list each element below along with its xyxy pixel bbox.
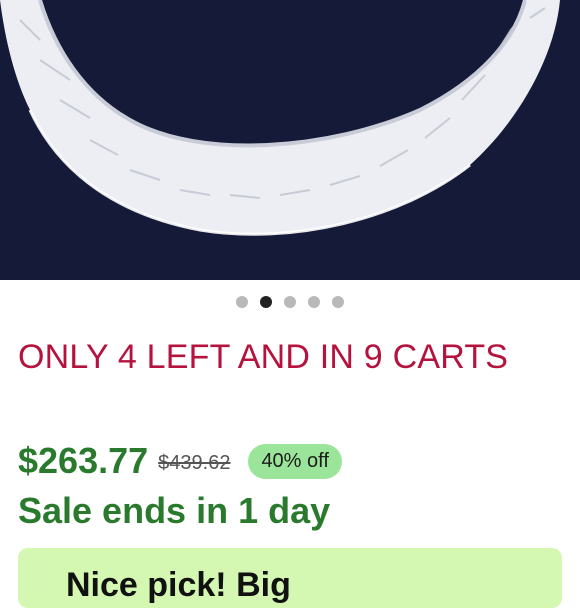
image-carousel-dots[interactable] <box>0 296 580 308</box>
promo-banner-text: Nice pick! Big <box>66 566 291 604</box>
sale-ends-notice: Sale ends in 1 day <box>18 490 331 531</box>
necklace-illustration <box>0 0 580 280</box>
promo-banner: Nice pick! Big <box>18 548 562 608</box>
original-price: $439.62 <box>158 451 231 474</box>
carousel-dot-active[interactable] <box>260 296 272 308</box>
discount-badge: 40% off <box>248 443 342 479</box>
carousel-dot[interactable] <box>236 296 248 308</box>
carousel-dot[interactable] <box>332 296 344 308</box>
carousel-dot[interactable] <box>308 296 320 308</box>
sale-price: $263.77 <box>18 440 149 481</box>
carousel-dot[interactable] <box>284 296 296 308</box>
stock-notice: ONLY 4 LEFT AND IN 9 CARTS <box>18 338 509 376</box>
price-row: $263.77 $439.62 40% off <box>18 440 342 482</box>
product-image[interactable] <box>0 0 580 280</box>
